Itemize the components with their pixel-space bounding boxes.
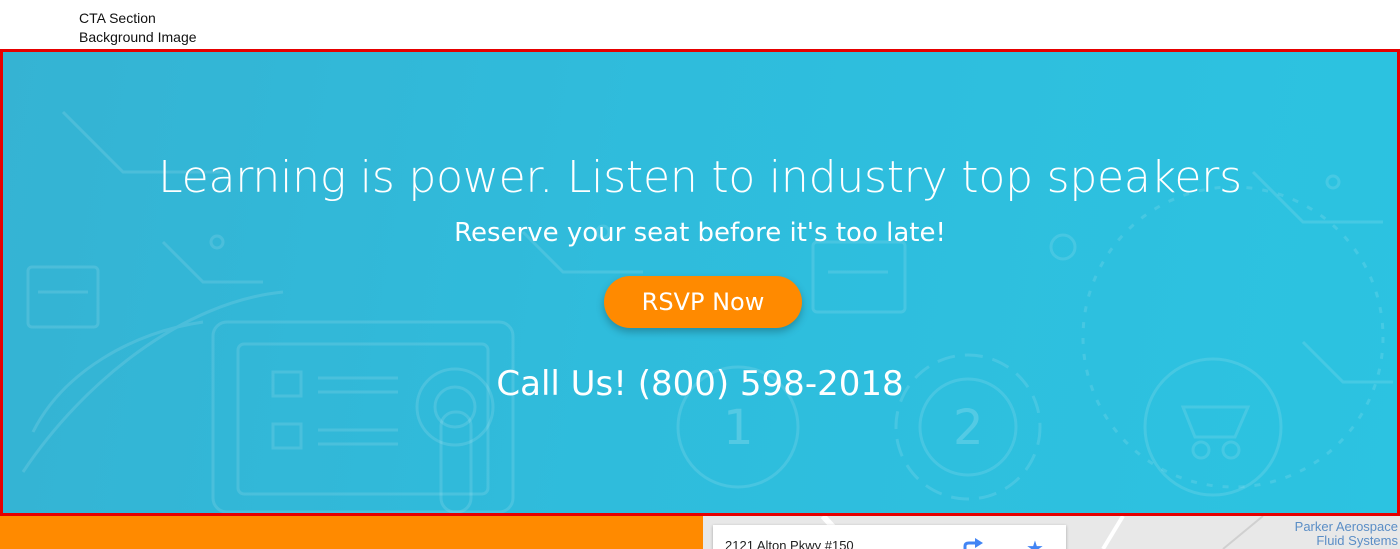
map-poi-line-2: Fluid Systems	[1316, 533, 1398, 548]
cta-section: 1 2 Learning is power. Listen to industr…	[0, 49, 1400, 516]
cta-subtitle: Reserve your seat before it's too late!	[454, 218, 946, 248]
map-poi-label: Parker Aerospace Fluid Systems	[1295, 520, 1398, 548]
star-icon[interactable]: ★	[1026, 536, 1044, 549]
cta-phone: Call Us! (800) 598-2018	[496, 364, 904, 404]
svg-text:2: 2	[953, 400, 984, 456]
map-address: 2121 Alton Pkwy #150	[725, 538, 854, 549]
svg-text:1: 1	[723, 400, 754, 456]
directions-icon[interactable]	[962, 537, 984, 549]
annotation-line-2: Background Image	[79, 29, 197, 45]
cta-title: Learning is power. Listen to industry to…	[158, 152, 1242, 203]
footer-orange-strip	[0, 516, 703, 549]
map-embed[interactable]: 2121 Alton Pkwy #150 ★ Parker Aerospace …	[703, 516, 1400, 549]
annotation-label: CTA Section Background Image	[79, 9, 197, 47]
annotation-line-1: CTA Section	[79, 10, 156, 26]
map-poi-line-1: Parker Aerospace	[1294, 519, 1398, 534]
map-info-card[interactable]: 2121 Alton Pkwy #150 ★	[713, 525, 1066, 549]
rsvp-button[interactable]: RSVP Now	[604, 276, 802, 328]
